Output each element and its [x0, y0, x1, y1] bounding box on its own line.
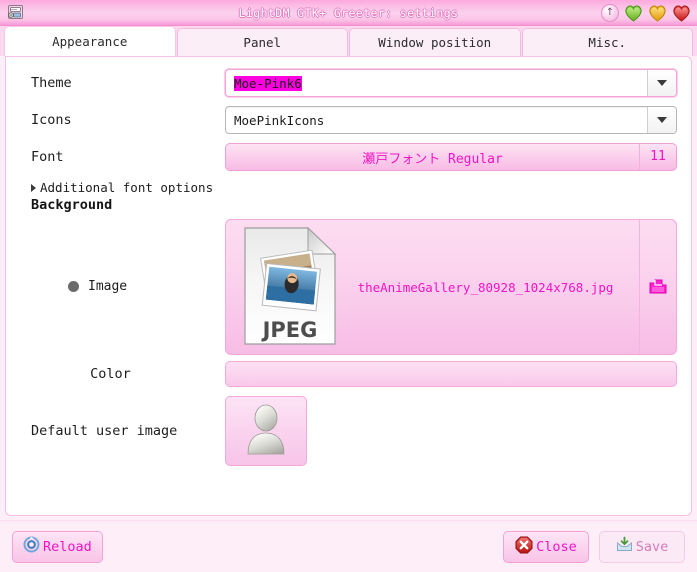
font-row: Font 瀬戸フォント Regular 11 — [20, 143, 677, 171]
background-image-row: Image JPEG theAnimeGallery_80928_1024x76… — [20, 219, 677, 355]
window-title: LightDM GTK+ Greeter: settings — [238, 5, 459, 20]
maximize-heart-icon[interactable] — [648, 4, 667, 22]
reload-button-label: Reload — [43, 538, 92, 555]
save-button-label: Save — [635, 538, 669, 555]
background-image-radio[interactable]: Image — [20, 219, 225, 294]
background-section-heading: Background — [31, 197, 113, 213]
minimize-heart-icon[interactable] — [624, 4, 643, 22]
chevron-down-icon[interactable] — [647, 70, 676, 96]
additional-font-options-expander[interactable]: Additional font options — [20, 180, 677, 195]
additional-font-options-label: Additional font options — [40, 180, 214, 195]
background-color-chooser[interactable] — [225, 361, 677, 387]
tab-bar: Appearance Panel Window position Misc. — [0, 26, 697, 56]
background-image-filename: theAnimeGallery_80928_1024x768.jpg — [357, 279, 614, 295]
lightdm-greeter-settings-window: LightDM GTK+ Greeter: settings ↑ Appeara… — [0, 0, 697, 572]
icons-row: Icons MoePinkIcons — [20, 106, 677, 134]
background-color-row: Color — [20, 361, 677, 387]
icons-label: Icons — [31, 112, 72, 128]
font-size-value: 11 — [639, 144, 676, 170]
tab-appearance-label: Appearance — [52, 34, 128, 49]
tab-misc-label: Misc. — [588, 35, 627, 50]
theme-row: Theme Moe-Pink6 — [20, 69, 677, 97]
theme-label: Theme — [31, 75, 72, 91]
background-image-chooser[interactable]: JPEG theAnimeGallery_80928_1024x768.jpg — [225, 219, 677, 355]
theme-value: Moe-Pink6 — [226, 75, 647, 91]
font-label: Font — [31, 149, 64, 165]
open-file-icon[interactable] — [639, 220, 676, 354]
tab-appearance[interactable]: Appearance — [4, 26, 176, 56]
appearance-panel: Theme Moe-Pink6 Icons MoePinkIcons Font — [5, 56, 692, 516]
tab-panel-label: Panel — [243, 35, 282, 50]
tab-window-position[interactable]: Window position — [349, 28, 521, 56]
tab-window-position-label: Window position — [378, 35, 492, 50]
svg-text:JPEG: JPEG — [261, 318, 318, 342]
window-controls: ↑ — [601, 3, 691, 22]
close-heart-icon[interactable] — [672, 4, 691, 22]
theme-combobox[interactable]: Moe-Pink6 — [225, 69, 677, 97]
default-user-image-chooser[interactable] — [225, 396, 307, 466]
settings-window-icon — [6, 4, 24, 22]
background-color-label: Color — [90, 366, 131, 382]
font-family-value: 瀬戸フォント Regular — [362, 151, 503, 167]
background-image-label: Image — [88, 279, 128, 294]
action-bar: Reload Close Save — [0, 520, 697, 572]
default-user-image-label: Default user image — [31, 423, 178, 439]
tab-misc[interactable]: Misc. — [521, 28, 693, 56]
reload-button[interactable]: Reload — [12, 530, 103, 563]
icons-combobox[interactable]: MoePinkIcons — [225, 106, 677, 134]
chevron-right-icon — [31, 183, 36, 192]
jpeg-thumbnail-icon: JPEG — [242, 226, 338, 348]
close-x-icon — [515, 536, 533, 558]
chevron-down-icon[interactable] — [647, 107, 676, 133]
radio-selected-icon — [68, 281, 79, 292]
close-button[interactable]: Close — [503, 530, 589, 563]
tab-panel[interactable]: Panel — [176, 28, 348, 56]
default-avatar-icon — [240, 402, 292, 460]
titlebar[interactable]: LightDM GTK+ Greeter: settings ↑ — [0, 0, 697, 26]
reload-icon — [23, 536, 40, 557]
font-chooser-button[interactable]: 瀬戸フォント Regular 11 — [225, 143, 677, 171]
icons-value: MoePinkIcons — [234, 112, 325, 128]
close-button-label: Close — [536, 538, 577, 555]
shade-arrow-up-icon[interactable]: ↑ — [601, 3, 619, 22]
save-button[interactable]: Save — [599, 530, 685, 563]
save-icon — [616, 536, 633, 557]
default-user-image-row: Default user image — [20, 396, 677, 466]
theme-value-text: Moe-Pink6 — [234, 75, 302, 91]
